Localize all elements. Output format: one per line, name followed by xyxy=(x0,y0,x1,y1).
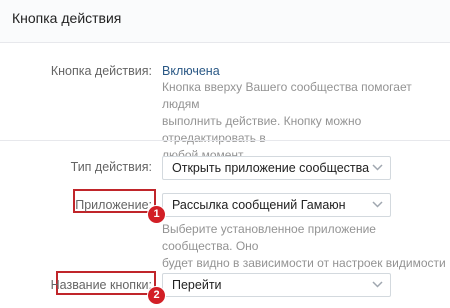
app-value: Рассылка сообщений Гамаюн xyxy=(172,198,346,212)
button-name-value: Перейти xyxy=(172,278,222,292)
action-button-help: Кнопка вверху Вашего сообщества помогает… xyxy=(162,79,447,164)
section-title: Кнопка действия xyxy=(12,10,122,26)
action-button-status-link[interactable]: Включена xyxy=(162,64,220,78)
button-name-select[interactable]: Перейти xyxy=(162,273,391,297)
chevron-down-icon xyxy=(372,201,383,208)
help-line: выполнить действие. Кнопку можно отредак… xyxy=(162,114,362,145)
divider xyxy=(0,140,450,141)
app-select[interactable]: Рассылка сообщений Гамаюн xyxy=(162,193,391,217)
button-name-label: Название кнопки: xyxy=(50,278,152,292)
app-label: Приложение: xyxy=(75,198,152,212)
chevron-down-icon xyxy=(372,281,383,288)
action-button-label: Кнопка действия: xyxy=(50,64,152,78)
action-type-value: Открыть приложение сообщества xyxy=(172,161,370,175)
step-marker-2: 2 xyxy=(147,286,166,305)
help-line: Выберите установленное приложение сообще… xyxy=(162,222,376,253)
action-type-label: Тип действия: xyxy=(70,160,152,174)
help-line: будет видно в зависимости от настроек ви… xyxy=(162,256,446,270)
help-line: Кнопка вверху Вашего сообщества помогает… xyxy=(162,80,412,111)
section-header: Кнопка действия xyxy=(0,0,450,43)
action-type-select[interactable]: Открыть приложение сообщества xyxy=(162,156,391,180)
chevron-down-icon xyxy=(372,164,383,171)
